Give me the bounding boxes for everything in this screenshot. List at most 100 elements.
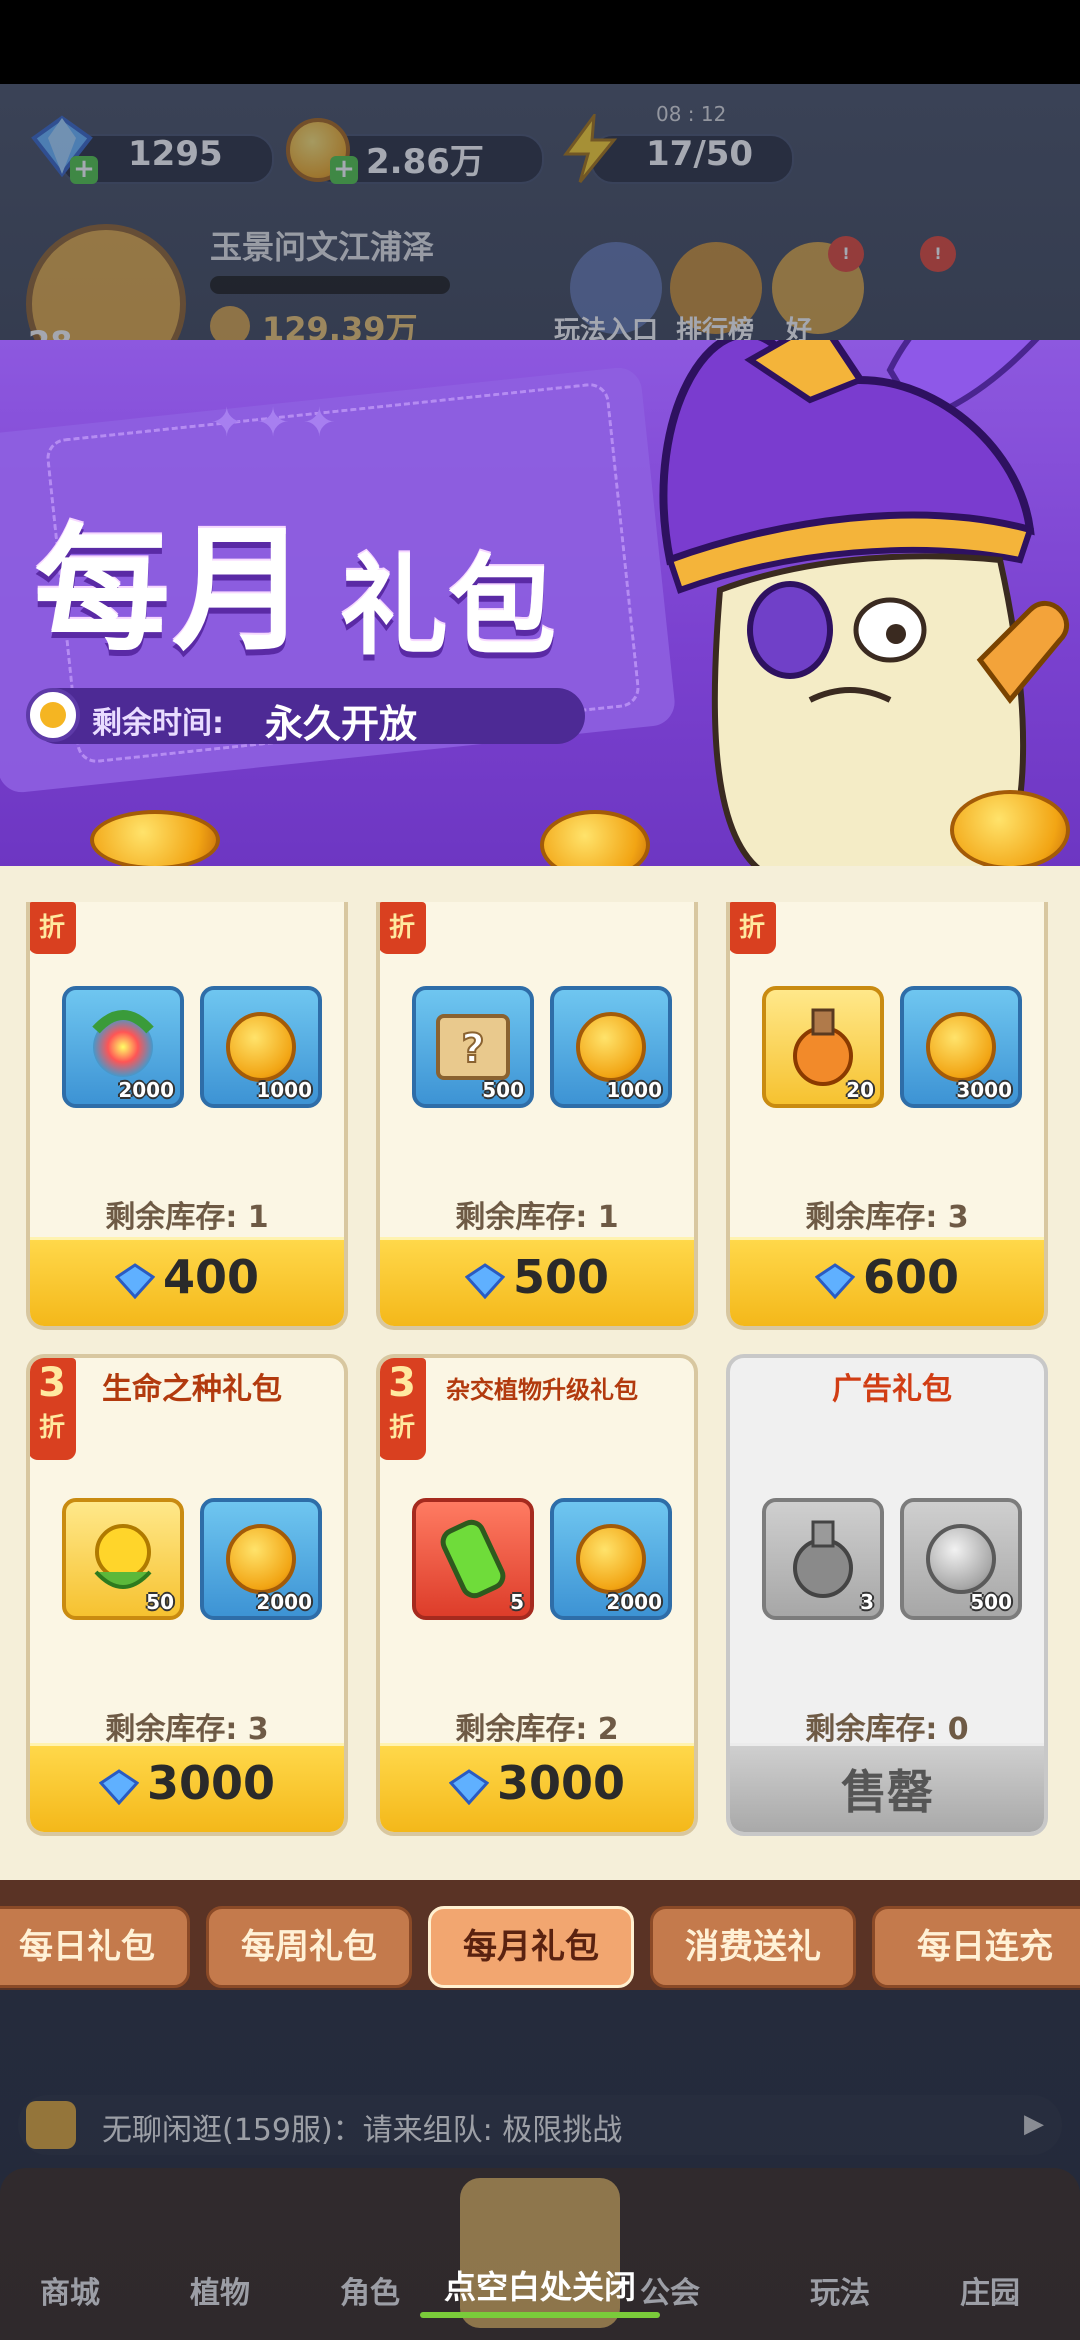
buy-button[interactable]: 400 xyxy=(30,1237,344,1326)
gift-card-hybrid-upgrade[interactable]: 杂交植物升级礼包 3 折 5 2000 剩余库存: 2 3000 xyxy=(376,1354,698,1836)
status-bar xyxy=(0,0,1080,84)
coin-count: 2.86万 xyxy=(366,142,484,182)
stock-remaining: 剩余库存: 2 xyxy=(455,1712,619,1747)
item-quantity: 50 xyxy=(146,1590,174,1614)
price-row: 3000 xyxy=(30,1756,344,1810)
price-row: 3000 xyxy=(380,1756,694,1810)
item-quantity: 500 xyxy=(970,1590,1012,1614)
close-hint[interactable]: 点空白处关闭 xyxy=(400,2262,680,2318)
discount-badge: 折 xyxy=(380,902,426,954)
item-quantity: 2000 xyxy=(118,1078,174,1102)
nav-manor[interactable]: 庄园 xyxy=(960,2268,1020,2312)
gem-icon xyxy=(814,1262,855,1299)
exp-bar xyxy=(210,276,450,294)
discount-badge: 折 xyxy=(30,902,76,954)
coin-pile-icon xyxy=(90,810,220,870)
item-quantity: 2000 xyxy=(256,1590,312,1614)
top-hud: + 1295 + 2.86万 08 : 12 17/50 28 玉景问文江浦泽 … xyxy=(0,84,1080,384)
remaining-time-label: 剩余时间: xyxy=(92,706,224,741)
gem-icon xyxy=(448,1768,489,1805)
gift-card[interactable]: 折 ? 500 1000 剩余库存: 1 500 xyxy=(376,902,698,1330)
notification-badge: ! xyxy=(920,236,956,272)
star-decor: ✦ ✦ ✦ xyxy=(210,400,336,446)
nav-play[interactable]: 玩法 xyxy=(810,2268,870,2312)
gold-coin-icon[interactable]: 1000 xyxy=(200,986,322,1108)
svg-text:?: ? xyxy=(461,1026,484,1072)
gem-icon xyxy=(98,1768,139,1805)
price-row: 400 xyxy=(30,1250,344,1304)
monthly-gift-banner: ✦ ✦ ✦ 每月 礼包 xyxy=(0,340,1080,870)
tab-daily-recharge[interactable]: 每日连充 xyxy=(872,1906,1080,1988)
coin-pile-icon xyxy=(950,790,1070,870)
add-gems-icon[interactable]: + xyxy=(70,156,98,184)
price-value: 3000 xyxy=(146,1756,276,1810)
price-value: 400 xyxy=(162,1250,260,1304)
gem-icon xyxy=(464,1262,505,1299)
price-value: 600 xyxy=(862,1250,960,1304)
gift-card-life-seed[interactable]: 生命之种礼包 3 折 50 2000 剩余库存: 3 3000 xyxy=(26,1354,348,1836)
item-quantity: 1000 xyxy=(606,1078,662,1102)
lightning-icon xyxy=(563,114,618,183)
gift-card-ad[interactable]: 广告礼包 3 500 剩余库存: 0 售罄 xyxy=(726,1354,1048,1836)
chat-expand-icon[interactable]: ▶ xyxy=(1024,2109,1044,2139)
nav-shop[interactable]: 商城 xyxy=(40,2268,100,2312)
gold-coin-icon[interactable]: 1000 xyxy=(550,986,672,1108)
remaining-time-pill: 剩余时间: 永久开放 xyxy=(26,688,585,746)
buy-button[interactable]: 3000 xyxy=(380,1743,694,1832)
potion-bottle-icon[interactable]: 20 xyxy=(762,986,884,1108)
life-seed-icon[interactable]: 50 xyxy=(62,1498,184,1620)
card-title: 杂交植物升级礼包 xyxy=(446,1376,638,1404)
gem-count: 1295 xyxy=(128,134,223,174)
tab-spend-reward[interactable]: 消费送礼 xyxy=(650,1906,856,1988)
stock-remaining: 剩余库存: 0 xyxy=(805,1712,969,1747)
discount-badge: 3 折 xyxy=(30,1358,76,1460)
discount-badge: 3 折 xyxy=(380,1358,426,1460)
world-chat-bar[interactable]: 无聊闲逛(159服)：请来组队: 极限挑战 ▶ xyxy=(18,2095,1062,2155)
notification-badge: ! xyxy=(828,236,864,272)
close-hint-underline xyxy=(420,2312,660,2318)
energy-timer: 08 : 12 xyxy=(656,102,727,126)
gold-coin-icon[interactable]: 3000 xyxy=(900,986,1022,1108)
price-row: 600 xyxy=(730,1250,1044,1304)
discount-badge: 折 xyxy=(730,902,776,954)
silver-coin-icon[interactable]: 500 xyxy=(900,1498,1022,1620)
price-value: 500 xyxy=(512,1250,610,1304)
buy-button[interactable]: 500 xyxy=(380,1237,694,1326)
chat-icon xyxy=(26,2101,76,2149)
item-quantity: 2000 xyxy=(606,1590,662,1614)
gift-card[interactable]: 折 2000 1000 剩余库存: 1 400 xyxy=(26,902,348,1330)
green-capsule-icon[interactable]: 5 xyxy=(412,1498,534,1620)
item-quantity: 3000 xyxy=(956,1078,1012,1102)
chat-message: 无聊闲逛(159服)：请来组队: 极限挑战 xyxy=(102,2113,623,2148)
stock-remaining: 剩余库存: 1 xyxy=(105,1200,269,1235)
mystery-map-icon[interactable]: ? 500 xyxy=(412,986,534,1108)
buy-button[interactable]: 3000 xyxy=(30,1743,344,1832)
card-title: 生命之种礼包 xyxy=(102,1372,282,1407)
potion-bottle-icon[interactable]: 3 xyxy=(762,1498,884,1620)
stock-remaining: 剩余库存: 3 xyxy=(105,1712,269,1747)
sold-out-button: 售罄 xyxy=(730,1743,1044,1832)
buy-button[interactable]: 600 xyxy=(730,1237,1044,1326)
tab-weekly-gift[interactable]: 每周礼包 xyxy=(206,1906,412,1988)
gem-icon xyxy=(114,1262,155,1299)
price-value: 3000 xyxy=(496,1756,626,1810)
gold-coin-icon[interactable]: 2000 xyxy=(550,1498,672,1620)
nav-plants[interactable]: 植物 xyxy=(190,2268,250,2312)
item-quantity: 3 xyxy=(860,1590,874,1614)
stock-remaining: 剩余库存: 3 xyxy=(805,1200,969,1235)
price-row: 500 xyxy=(380,1250,694,1304)
item-quantity: 5 xyxy=(510,1590,524,1614)
tab-monthly-gift[interactable]: 每月礼包 xyxy=(428,1906,634,1988)
rainbow-seed-icon[interactable]: 2000 xyxy=(62,986,184,1108)
item-quantity: 20 xyxy=(846,1078,874,1102)
item-quantity: 1000 xyxy=(256,1078,312,1102)
gift-card[interactable]: 折 20 3000 剩余库存: 3 600 xyxy=(726,902,1048,1330)
add-coins-icon[interactable]: + xyxy=(330,156,358,184)
tab-daily-gift[interactable]: 每日礼包 xyxy=(0,1906,190,1988)
gold-coin-icon[interactable]: 2000 xyxy=(200,1498,322,1620)
stock-remaining: 剩余库存: 1 xyxy=(455,1200,619,1235)
clock-icon xyxy=(26,688,80,742)
banner-title-main: 每月 xyxy=(34,512,310,670)
energy-count: 17/50 xyxy=(646,134,754,174)
nav-role[interactable]: 角色 xyxy=(340,2268,400,2312)
